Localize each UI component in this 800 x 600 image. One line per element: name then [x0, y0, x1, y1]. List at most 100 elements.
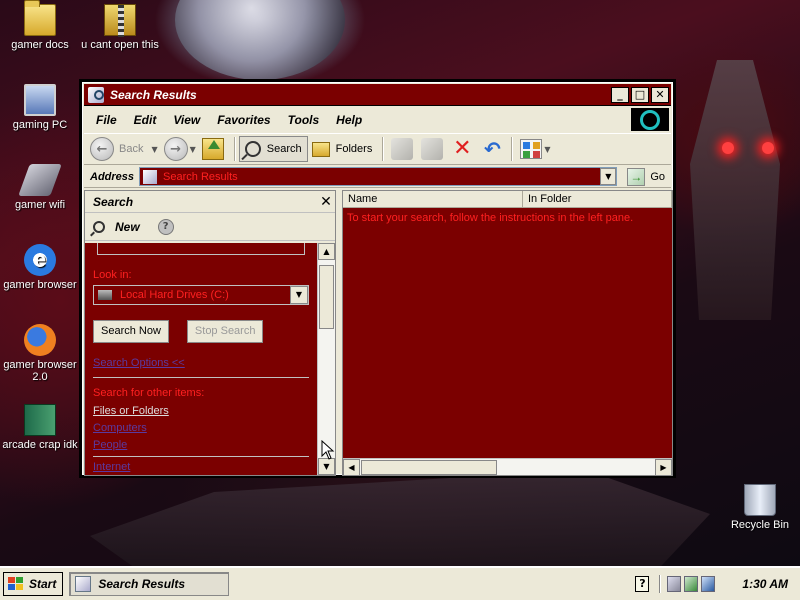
folders-button[interactable]: Folders: [311, 141, 373, 157]
close-button[interactable]: ✕: [651, 86, 669, 103]
wallpaper-ship: [90, 470, 710, 580]
look-in-label: Look in:: [93, 269, 132, 281]
toolbar-separator: [233, 137, 235, 161]
look-in-value: Local Hard Drives (C:): [120, 289, 229, 301]
search-button-label: Search: [266, 143, 302, 155]
desktop-icon-gaming-pc[interactable]: gaming PC: [0, 84, 80, 131]
hard-drive-icon: [98, 290, 112, 300]
desktop-icon-arcade-crap-idk[interactable]: arcade crap idk: [0, 404, 80, 451]
menu-view[interactable]: View: [173, 113, 200, 127]
minimize-button[interactable]: _: [611, 86, 629, 103]
forward-dropdown-icon[interactable]: ▼: [190, 145, 196, 154]
views-dropdown-icon[interactable]: ▼: [544, 145, 550, 154]
scroll-left-icon[interactable]: ◀: [343, 459, 360, 476]
start-button[interactable]: Start: [3, 572, 64, 596]
network-connection-icon[interactable]: [701, 576, 716, 592]
taskbar-item-label: Search Results: [98, 577, 186, 591]
search-now-button[interactable]: Search Now: [93, 320, 169, 343]
delete-icon[interactable]: ✕: [451, 138, 473, 160]
recycle-bin-icon: [744, 484, 776, 516]
column-in-folder[interactable]: In Folder: [523, 191, 672, 207]
go-button[interactable]: → Go: [627, 167, 665, 186]
results-horizontal-scrollbar[interactable]: ◀ ▶: [343, 458, 672, 476]
title-bar[interactable]: Search Results _ □ ✕: [84, 84, 671, 106]
desktop-icon-gamer-browser-2[interactable]: gamer browser 2.0: [0, 324, 80, 383]
forward-arrow-icon[interactable]: →: [163, 137, 188, 161]
scroll-right-icon[interactable]: ▶: [655, 459, 672, 476]
undo-icon[interactable]: ↶: [481, 138, 503, 160]
clock[interactable]: 1:30 AM: [742, 577, 788, 591]
go-button-label: Go: [650, 170, 665, 183]
firefox-icon: [24, 324, 56, 356]
wallpaper-light: [762, 142, 774, 154]
computers-link[interactable]: Computers: [93, 422, 309, 434]
search-pane-header: Search ✕: [85, 191, 335, 213]
menu-edit[interactable]: Edit: [134, 113, 157, 127]
scroll-up-icon[interactable]: ▲: [318, 243, 335, 260]
search-icon: [93, 220, 105, 233]
safely-remove-hardware-icon[interactable]: [684, 576, 699, 592]
windows-throbber-logo: [631, 108, 669, 131]
computer-icon: [24, 84, 56, 116]
menu-bar: File Edit View Favorites Tools Help: [84, 108, 671, 132]
search-results-window: Search Results _ □ ✕ File Edit View Favo…: [79, 79, 676, 478]
menu-help[interactable]: Help: [336, 113, 362, 127]
internet-link[interactable]: Internet: [93, 461, 309, 473]
up-folder-icon[interactable]: [201, 138, 224, 160]
menu-favorites[interactable]: Favorites: [217, 113, 270, 127]
scroll-thumb[interactable]: [361, 460, 497, 475]
maximize-button[interactable]: □: [631, 86, 649, 103]
new-search-button[interactable]: New: [115, 220, 140, 234]
scroll-thumb[interactable]: [319, 265, 334, 329]
desktop-icon-label: gamer browser 2.0: [3, 359, 77, 383]
menu-file[interactable]: File: [96, 113, 117, 127]
results-instruction: To start your search, follow the instruc…: [347, 212, 634, 224]
start-label: Start: [29, 577, 57, 591]
help-icon[interactable]: ?: [157, 218, 174, 235]
wallpaper-tower: [690, 60, 780, 320]
desktop-icon-label: u cant open this: [81, 39, 159, 51]
address-bar: Address ▼ → Go: [84, 166, 671, 188]
desktop-icon-gamer-browser[interactable]: e gamer browser: [0, 244, 80, 291]
search-window-icon: [75, 576, 92, 592]
desktop-icon-label: gamer docs: [11, 39, 69, 51]
folder-icon: [24, 0, 56, 36]
search-button[interactable]: Search: [238, 136, 308, 162]
views-icon[interactable]: [520, 139, 543, 159]
tray-separator: [659, 575, 662, 593]
back-dropdown-icon[interactable]: ▼: [151, 145, 157, 154]
folders-button-label: Folders: [335, 143, 373, 155]
wallpaper-planet: [175, 0, 345, 80]
address-field[interactable]: ▼: [139, 167, 618, 186]
desktop-icon-gamer-docs[interactable]: gamer docs: [0, 0, 80, 51]
toolbar-separator: [382, 137, 384, 161]
desktop-icon-gamer-wifi[interactable]: gamer wifi: [0, 164, 80, 211]
files-or-folders-link[interactable]: Files or Folders: [93, 405, 309, 417]
desktop-icon-recycle-bin[interactable]: Recycle Bin: [720, 484, 800, 531]
copy-to-icon[interactable]: [421, 138, 444, 160]
search-pane-toolbar: New ?: [85, 213, 335, 241]
desktop-icon-u-cant-open-this[interactable]: u cant open this: [80, 4, 160, 51]
desktop-icon-label: gaming PC: [12, 119, 68, 131]
look-in-dropdown-icon[interactable]: ▼: [290, 286, 308, 304]
address-input[interactable]: [163, 170, 601, 183]
people-link[interactable]: People: [93, 439, 309, 451]
menu-tools[interactable]: Tools: [288, 113, 320, 127]
search-text-field[interactable]: [97, 243, 305, 255]
column-name[interactable]: Name: [343, 191, 523, 207]
search-pane-close-icon[interactable]: ✕: [317, 194, 335, 210]
taskbar-item-search-results[interactable]: Search Results: [69, 572, 230, 596]
back-button-label[interactable]: Back: [119, 143, 143, 155]
tray-app-icon[interactable]: [667, 576, 682, 592]
search-options-link[interactable]: Search Options <<: [93, 357, 309, 369]
address-dropdown-icon[interactable]: ▼: [600, 168, 617, 185]
look-in-select[interactable]: Local Hard Drives (C:) ▼: [93, 285, 309, 305]
windows-flag-icon: [8, 577, 24, 591]
stop-search-button[interactable]: Stop Search: [186, 320, 264, 343]
move-to-icon[interactable]: [391, 138, 414, 160]
help-tray-icon[interactable]: ?: [635, 576, 650, 592]
window-title: Search Results: [110, 87, 197, 102]
back-arrow-icon[interactable]: ←: [90, 137, 114, 161]
system-tray: ? 1:30 AM: [635, 572, 796, 596]
standard-toolbar: ← Back ▼ → ▼ Search Folders ✕ ↶ ▼: [84, 133, 671, 165]
